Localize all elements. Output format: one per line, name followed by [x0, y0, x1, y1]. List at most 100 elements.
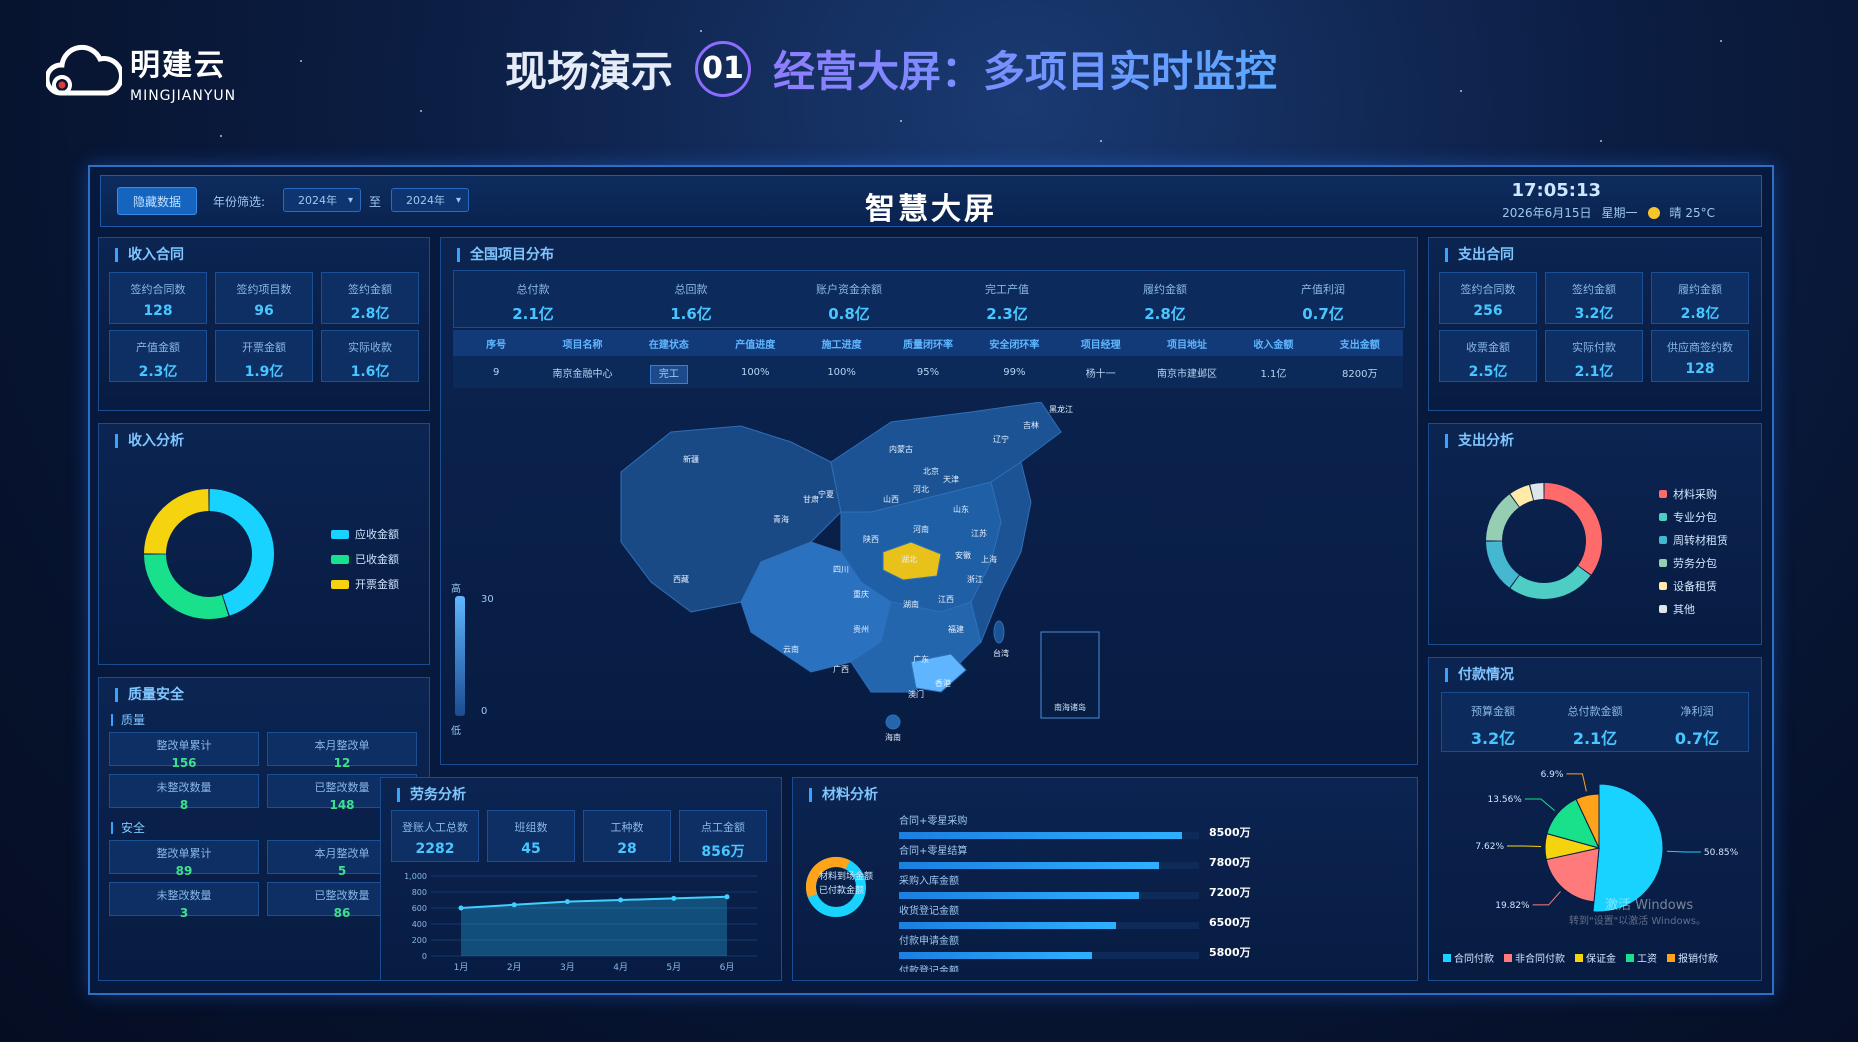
income-cell: 签约项目数 96	[215, 272, 313, 324]
cell-label: 履约金额	[1678, 283, 1722, 296]
pie-leader-line	[1666, 850, 1701, 853]
slide-title: 现场演示 01 经营大屏：多项目实时监控	[505, 38, 1277, 99]
kpi-label: 履约金额	[1143, 283, 1187, 296]
cloud-logo-icon	[46, 44, 122, 96]
table-header: 项目经理	[1080, 339, 1121, 351]
bar-track	[899, 832, 1199, 839]
legend-swatch	[1667, 954, 1675, 962]
date-weather: 2026年6月15日 星期一 晴 25°C	[1502, 204, 1715, 221]
kpi-label: 净利润	[1680, 705, 1714, 718]
province-label: 新疆	[683, 454, 699, 464]
expense-analysis-title: 支出分析	[1445, 434, 1514, 448]
brand-logo: 明建云 MINGJIANYUN	[46, 40, 236, 104]
pie-leader-line	[1566, 773, 1587, 792]
cell-value: 128	[143, 303, 173, 319]
payment-panel: 付款情况 预算金额 3.2亿 总付款金额 2.1亿 净利润 0.7亿 50.85% 19…	[1428, 657, 1762, 981]
windows-watermark-text: 转到"设置"以激活 Windows。	[1569, 916, 1707, 927]
x-tick-label: 4月	[613, 962, 628, 973]
map-region-taiwan[interactable]	[993, 620, 1005, 644]
kpi-value: 2.8亿	[1144, 305, 1186, 323]
scale-high-label: 高	[451, 584, 461, 595]
income-donut-chart	[144, 489, 274, 619]
table-header: 支出金额	[1339, 339, 1380, 351]
income-cell: 实际收款 1.6亿	[321, 330, 419, 382]
bar-fill	[899, 922, 1116, 929]
kpi-label: 账户资金余额	[816, 283, 882, 296]
income-contract-panel: 收入合同 签约合同数 128 签约项目数 96 签约金额 2.8亿 产值金额 2.3亿 …	[98, 237, 430, 411]
legend-item: 其他	[1659, 601, 1728, 617]
table-header: 收入金额	[1253, 339, 1294, 351]
table-row[interactable]: 9 南京金融中心 完工 100% 100% 95% 99% 杨十一 南京市建邺区…	[453, 356, 1403, 388]
kpi-value: 2.1亿	[512, 305, 554, 323]
legend-swatch	[1659, 513, 1667, 521]
scale-min-label: 0	[481, 706, 488, 717]
data-point	[618, 897, 624, 903]
province-label: 北京	[923, 466, 939, 476]
kpi-value: 2.3亿	[986, 305, 1028, 323]
province-label: 甘肃	[803, 494, 819, 504]
donut-slice	[1530, 483, 1544, 501]
cell-value: 2.1亿	[1574, 364, 1614, 380]
dashboard-topbar: 隐藏数据 年份筛选: 2024年 至 2024年 智慧大屏 17:05:13 2…	[100, 175, 1762, 227]
sun-icon	[1647, 206, 1660, 219]
payment-pie-chart: 50.85% 19.82% 7.62% 13.56% 6.9%	[1475, 770, 1739, 913]
kpi-label: 工种数	[610, 821, 644, 834]
cell-label: 签约金额	[348, 283, 392, 296]
legend-label: 材料采购	[1673, 488, 1717, 501]
legend-swatch	[1443, 954, 1451, 962]
legend-label: 已付款金额	[819, 886, 865, 896]
province-label: 山东	[953, 504, 969, 514]
pie-slice	[1592, 783, 1664, 913]
legend-label: 已收金额	[355, 553, 399, 566]
income-legend: 应收金额 已收金额 开票金额	[331, 526, 399, 601]
bar-track	[899, 922, 1199, 929]
province-label: 山西	[883, 494, 899, 504]
kpi-value: 28	[617, 841, 637, 857]
province-label: 黑龙江	[1049, 404, 1073, 414]
province-label: 河南	[913, 524, 929, 534]
cell-label: 签约合同数	[1460, 283, 1516, 296]
quality-safety-title: 质量安全	[115, 688, 184, 702]
data-point	[724, 894, 730, 900]
cell-label: 未整改数量	[156, 781, 212, 794]
y-tick-label: 600	[412, 904, 427, 913]
cell-value: 3.2亿	[1574, 306, 1614, 322]
y-tick-label: 200	[412, 936, 427, 945]
province-label: 天津	[943, 474, 959, 484]
table-cell: 95%	[916, 366, 940, 378]
national-distribution-panel: 全国项目分布 总付款 2.1亿 总回款 1.6亿 账户资金余额 0.8亿 完工产值 2.…	[440, 237, 1418, 765]
cell-value: 2.5亿	[1468, 364, 1508, 380]
national-kpi: 履约金额 2.8亿	[1086, 281, 1244, 324]
donut-slice	[144, 553, 229, 619]
pie-value-label: 19.82%	[1495, 901, 1530, 911]
province-label: 吉林	[1023, 420, 1039, 430]
legend-label: 工资	[1637, 954, 1657, 965]
material-analysis-title: 材料分析	[809, 788, 878, 802]
cell-value: 2.3亿	[138, 364, 178, 380]
national-kpi: 总回款 1.6亿	[612, 281, 770, 324]
quality-cell: 整改单累计 156	[109, 732, 259, 770]
cell-label: 收票金额	[1466, 341, 1510, 354]
china-map[interactable]: 新疆西藏 青海 甘肃 内蒙古宁夏陕西 山西 河北 北京天津山东河南湖北 安徽 江苏上海浙江 四川重…	[591, 402, 1151, 752]
labor-kpi: 点工金额 856万	[679, 810, 767, 862]
province-label: 广西	[833, 664, 849, 674]
legend-swatch	[1659, 490, 1667, 498]
cell-label: 实际收款	[348, 341, 392, 354]
x-tick-label: 3月	[560, 962, 575, 973]
province-label: 海南	[885, 732, 901, 742]
donut-slice	[208, 489, 274, 616]
cell-value: 12	[333, 756, 351, 770]
weekday-text: 星期一	[1601, 206, 1638, 220]
legend-swatch	[1626, 954, 1634, 962]
pie-value-label: 13.56%	[1488, 795, 1523, 805]
province-label: 湖南	[903, 599, 919, 609]
province-label: 台湾	[993, 648, 1009, 658]
map-region-hainan[interactable]	[885, 714, 901, 730]
data-point	[564, 899, 570, 905]
province-label: 香港	[935, 678, 951, 688]
province-label: 福建	[948, 624, 964, 634]
legend-item: 专业分包	[1659, 509, 1728, 525]
south-sea-label: 南海诸岛	[1054, 702, 1086, 712]
income-analysis-panel: 收入分析 应收金额 已收金额 开票金额	[98, 423, 430, 665]
province-label: 澳门	[908, 689, 924, 699]
